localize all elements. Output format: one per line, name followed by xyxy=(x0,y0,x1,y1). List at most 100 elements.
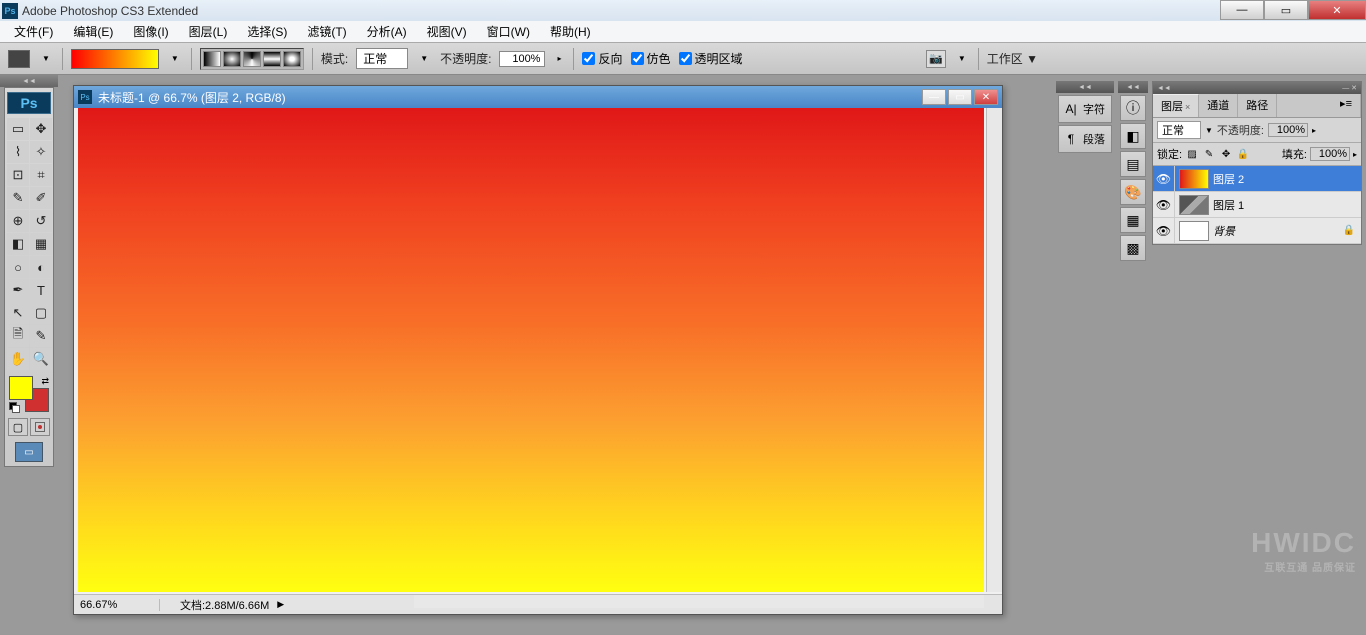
layer-name[interactable]: 图层 2 xyxy=(1213,171,1244,187)
status-menu-icon[interactable]: ▶ xyxy=(277,599,284,610)
doc-maximize-button[interactable]: ▭ xyxy=(948,89,972,105)
zoom-value[interactable]: 66.67% xyxy=(80,599,160,611)
layer-row[interactable]: 👁 图层 2 xyxy=(1153,166,1361,192)
paragraph-panel-tab[interactable]: ¶ 段落 xyxy=(1058,125,1112,153)
layer-row[interactable]: 👁 背景 🔒 xyxy=(1153,218,1361,244)
tool-preset-picker[interactable] xyxy=(8,50,30,68)
marquee-tool[interactable]: ▭ xyxy=(7,118,29,140)
eyedropper-tool[interactable]: ✎ xyxy=(30,325,52,347)
zoom-tool[interactable]: 🔍 xyxy=(30,348,52,370)
close-button[interactable]: ✕ xyxy=(1308,0,1366,20)
layer-name[interactable]: 图层 1 xyxy=(1213,197,1244,213)
histogram-panel-icon[interactable]: ▤ xyxy=(1120,151,1146,177)
workspace-label[interactable]: 工作区 ▼ xyxy=(987,50,1038,67)
gradient-reflected-button[interactable] xyxy=(263,51,281,67)
path-select-tool[interactable]: ↖ xyxy=(7,302,29,324)
slice-tool[interactable]: ⌗ xyxy=(30,164,52,186)
navigator-panel-icon[interactable]: ◧ xyxy=(1120,123,1146,149)
foreground-color-swatch[interactable] xyxy=(9,376,33,400)
shape-tool[interactable]: ▢ xyxy=(30,302,52,324)
menu-analysis[interactable]: 分析(A) xyxy=(357,21,417,42)
dropdown-icon[interactable]: ▼ xyxy=(954,54,970,63)
layer-blend-select[interactable]: 正常 xyxy=(1157,121,1201,139)
maximize-button[interactable]: ▭ xyxy=(1264,0,1308,20)
visibility-icon[interactable]: 👁 xyxy=(1156,172,1171,186)
slider-icon[interactable]: ▸ xyxy=(1353,150,1357,159)
visibility-icon[interactable]: 👁 xyxy=(1156,198,1171,212)
reverse-checkbox[interactable]: 反向 xyxy=(582,50,622,67)
character-panel-tab[interactable]: A| 字符 xyxy=(1058,95,1112,123)
screen-mode-button[interactable]: ▭ xyxy=(15,442,43,462)
document-info[interactable]: 文档:2.88M/6.66M xyxy=(160,597,269,613)
blur-tool[interactable]: ○ xyxy=(7,256,29,278)
menu-file[interactable]: 文件(F) xyxy=(4,21,63,42)
brush-tool[interactable]: ✐ xyxy=(30,187,52,209)
menu-select[interactable]: 选择(S) xyxy=(237,21,297,42)
gradient-linear-button[interactable] xyxy=(203,51,221,67)
history-brush-tool[interactable]: ↺ xyxy=(30,210,52,232)
default-colors-icon[interactable] xyxy=(9,402,19,412)
tab-layers[interactable]: 图层× xyxy=(1153,94,1199,117)
tab-channels[interactable]: 通道 xyxy=(1199,94,1238,117)
dropdown-icon[interactable]: ▼ xyxy=(167,54,183,63)
layer-opacity-input[interactable]: 100% xyxy=(1268,123,1308,137)
opacity-input[interactable]: 100% xyxy=(499,51,545,67)
gradient-tool[interactable]: ▦ xyxy=(30,233,52,255)
lock-all-icon[interactable]: 🔒 xyxy=(1236,147,1250,161)
eraser-tool[interactable]: ◧ xyxy=(7,233,29,255)
document-titlebar[interactable]: Ps 未标题-1 @ 66.7% (图层 2, RGB/8) — ▭ ✕ xyxy=(74,86,1002,108)
layer-thumbnail[interactable] xyxy=(1179,195,1209,215)
gradient-angle-button[interactable] xyxy=(243,51,261,67)
tools-collapse-handle[interactable] xyxy=(0,75,58,87)
layer-row[interactable]: 👁 图层 1 xyxy=(1153,192,1361,218)
info-panel-icon[interactable]: ⓘ xyxy=(1120,95,1146,121)
menu-view[interactable]: 视图(V) xyxy=(417,21,477,42)
dodge-tool[interactable]: ◐ xyxy=(30,256,52,278)
doc-close-button[interactable]: ✕ xyxy=(974,89,998,105)
notes-tool[interactable]: 🗎 xyxy=(7,325,29,347)
swap-colors-icon[interactable]: ⇄ xyxy=(41,376,49,387)
swatches-panel-icon[interactable]: ▦ xyxy=(1120,207,1146,233)
standard-mode-button[interactable]: ▢ xyxy=(8,418,28,436)
gradient-diamond-button[interactable] xyxy=(283,51,301,67)
heal-tool[interactable]: ✎ xyxy=(7,187,29,209)
canvas-area[interactable] xyxy=(78,108,984,592)
layer-thumbnail[interactable] xyxy=(1179,221,1209,241)
visibility-icon[interactable]: 👁 xyxy=(1156,224,1171,238)
layer-thumbnail[interactable] xyxy=(1179,169,1209,189)
slider-icon[interactable]: ▸ xyxy=(1312,126,1316,135)
lock-position-icon[interactable]: ✥ xyxy=(1219,147,1233,161)
panel-header[interactable]: ◄◄— ✕ xyxy=(1153,82,1361,94)
lock-image-icon[interactable]: ✎ xyxy=(1202,147,1216,161)
fill-input[interactable]: 100% xyxy=(1310,147,1350,161)
pen-tool[interactable]: ✒ xyxy=(7,279,29,301)
dropdown-icon[interactable]: ▼ xyxy=(416,54,432,63)
crop-tool[interactable]: ⊡ xyxy=(7,164,29,186)
minimize-button[interactable]: — xyxy=(1220,0,1264,20)
menu-window[interactable]: 窗口(W) xyxy=(477,21,540,42)
lock-transparency-icon[interactable]: ▨ xyxy=(1185,147,1199,161)
menu-layer[interactable]: 图层(L) xyxy=(179,21,238,42)
hand-tool[interactable]: ✋ xyxy=(7,348,29,370)
type-tool[interactable]: T xyxy=(30,279,52,301)
collapse-handle[interactable]: ◄◄ xyxy=(1118,81,1148,93)
wand-tool[interactable]: ✧ xyxy=(30,141,52,163)
dropdown-icon[interactable]: ▼ xyxy=(1205,126,1213,135)
transparency-checkbox[interactable]: 透明区域 xyxy=(679,50,743,67)
move-tool[interactable]: ✥ xyxy=(30,118,52,140)
menu-filter[interactable]: 滤镜(T) xyxy=(297,21,356,42)
horizontal-scrollbar[interactable] xyxy=(414,594,984,608)
gradient-radial-button[interactable] xyxy=(223,51,241,67)
menu-edit[interactable]: 编辑(E) xyxy=(63,21,123,42)
collapse-handle[interactable]: ◄◄ xyxy=(1056,81,1114,93)
lasso-tool[interactable]: ⌇ xyxy=(7,141,29,163)
dither-checkbox[interactable]: 仿色 xyxy=(631,50,671,67)
menu-help[interactable]: 帮助(H) xyxy=(540,21,601,42)
blend-mode-select[interactable]: 正常 xyxy=(356,48,408,69)
menu-image[interactable]: 图像(I) xyxy=(123,21,178,42)
panel-menu-icon[interactable]: ▸≡ xyxy=(1332,94,1361,117)
doc-minimize-button[interactable]: — xyxy=(922,89,946,105)
stamp-tool[interactable]: ⊕ xyxy=(7,210,29,232)
quickmask-mode-button[interactable] xyxy=(30,418,50,436)
styles-panel-icon[interactable]: ▩ xyxy=(1120,235,1146,261)
